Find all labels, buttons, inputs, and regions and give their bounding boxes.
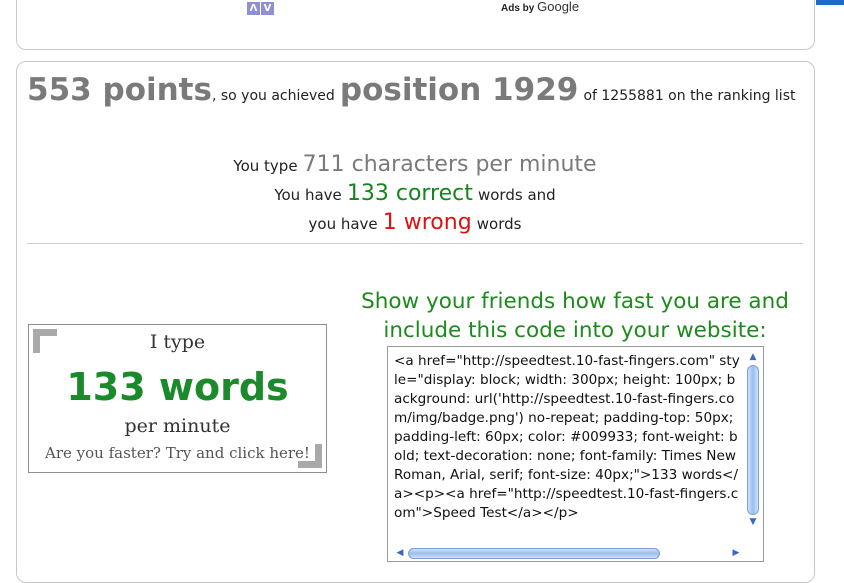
section-divider [27,243,803,244]
badge-cta-link[interactable]: Are you faster? Try and click here! [29,444,326,462]
points-value: 553 points [27,72,212,108]
embed-code-textarea[interactable]: <a href="http://speedtest.10-fast-finger… [387,346,764,562]
ad-prev-icon[interactable]: Λ [247,2,260,15]
vertical-scrollbar[interactable]: ▲ ▼ [746,351,760,535]
correct-suffix: words and [477,186,556,204]
achieved-text: , so you achieved [211,88,335,104]
badge-i-type: I type [149,331,206,353]
ad-nav-arrows: Λ V [247,2,274,15]
correct-words-value: 133 correct [346,181,473,206]
badge-words-count: 133 words [66,365,289,409]
ads-by-google-link[interactable]: Ads by Google [501,0,579,14]
horizontal-scroll-thumb[interactable] [408,547,660,559]
position-value: position 1929 [339,72,579,108]
scroll-right-icon[interactable]: ▶ [730,548,742,558]
ranking-summary: 553 points, so you achieved position 192… [27,72,795,108]
ads-by-label: Ads by [501,3,538,14]
share-heading-line1: Show your friends how fast you are and [361,289,789,314]
correct-prefix: You have [274,186,342,204]
embed-code-text[interactable]: <a href="http://speedtest.10-fast-finger… [394,352,742,542]
vertical-scroll-thumb[interactable] [747,365,759,515]
scroll-up-icon[interactable]: ▲ [746,351,760,364]
wrong-words-value: 1 wrong [382,210,472,235]
scroll-down-icon[interactable]: ▼ [746,516,760,529]
correct-line: You have 133 correct words and [27,179,803,208]
cpm-line: You type 711 characters per minute [27,150,803,179]
ad-banner: Λ V Ads by Google [16,0,815,50]
cpm-prefix: You type [233,157,298,175]
share-heading: Show your friends how fast you are and i… [355,287,795,345]
badge-per-minute: per minute [124,415,231,437]
ad-next-icon[interactable]: V [261,2,274,15]
share-heading-line2: include this code into your website: [383,318,767,343]
typing-stats: You type 711 characters per minute You h… [27,150,803,237]
window-edge-accent [816,0,844,5]
ranking-total-text: of 1255881 on the ranking list [583,88,796,104]
wrong-prefix: you have [308,215,378,233]
cpm-value: 711 characters per minute [302,152,597,177]
speed-badge-preview[interactable]: I type 133 words per minute Are you fast… [28,324,327,473]
wrong-line: you have 1 wrong words [27,208,803,237]
horizontal-scrollbar[interactable]: ◀ ▶ [394,546,742,560]
google-label: Google [537,0,580,14]
wrong-suffix: words [476,215,522,233]
scroll-left-icon[interactable]: ◀ [394,548,406,558]
